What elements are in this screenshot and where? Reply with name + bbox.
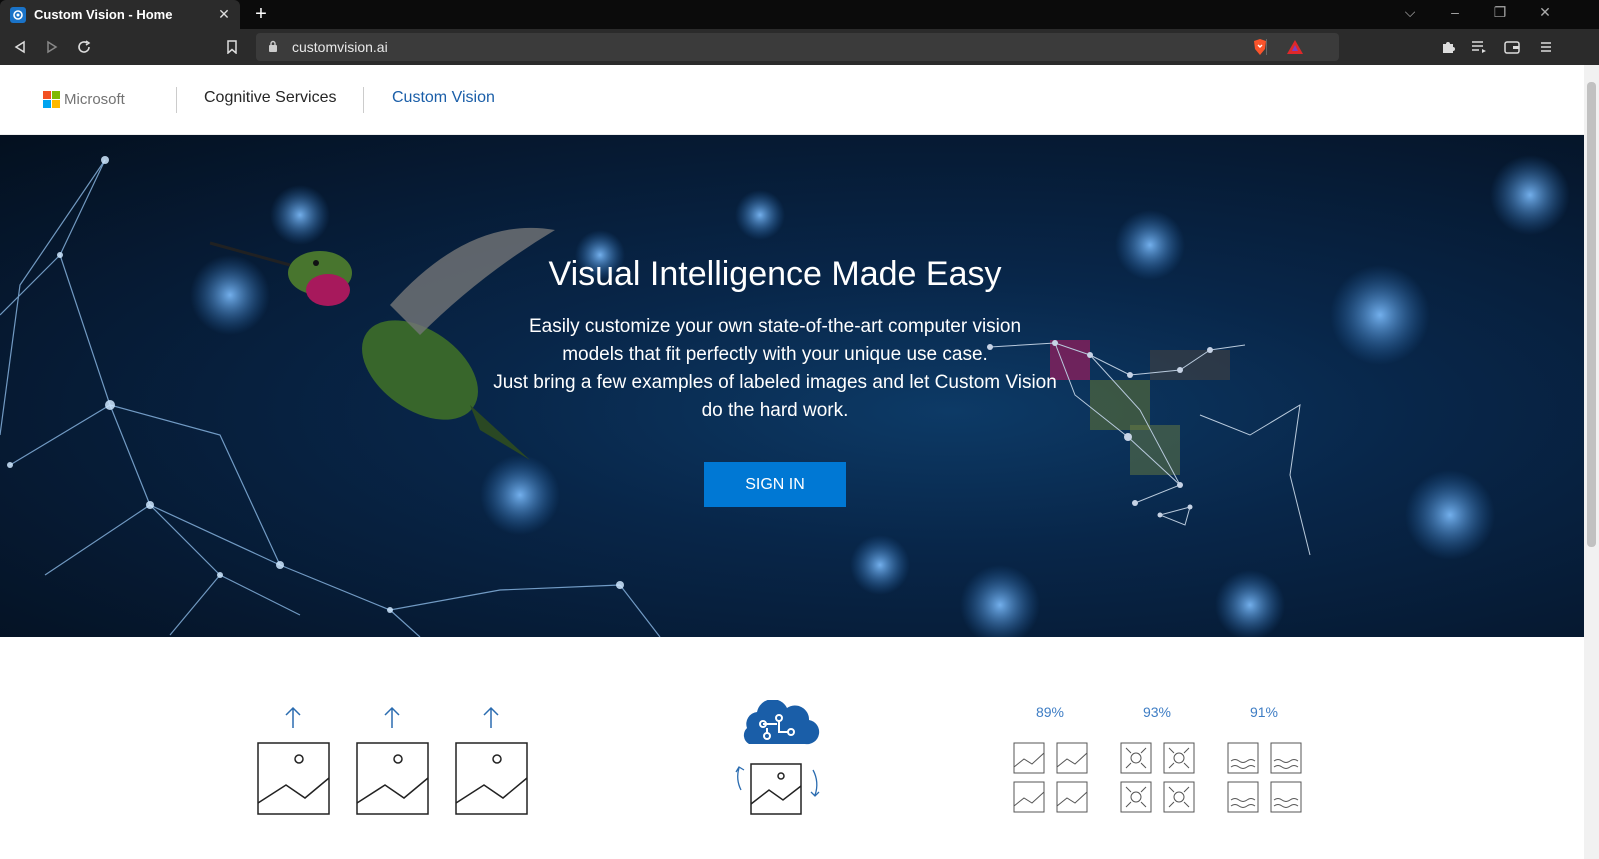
microsoft-logo-icon [43,91,60,108]
header-divider [176,87,177,113]
nav-custom-vision[interactable]: Custom Vision [392,89,495,107]
browser-tabbar: Custom Vision - Home ✕ + ⌵ – ❐ ✕ [0,0,1599,29]
hero-description-line: Just bring a few examples of labeled ima… [493,372,1057,393]
nav-cognitive-services[interactable]: Cognitive Services [204,89,337,107]
hero-banner: Visual Intelligence Made Easy Easily cus… [0,135,1584,637]
microsoft-brand-text: Microsoft [64,91,125,108]
back-icon[interactable] [10,37,30,57]
bookmark-icon[interactable] [222,37,242,57]
browser-toolbar: customvision.ai [0,29,1599,65]
lock-icon [268,40,278,58]
menu-icon[interactable] [1536,37,1556,57]
forward-icon[interactable] [42,37,62,57]
reload-icon[interactable] [74,37,94,57]
upload-images-illustration [257,706,528,815]
page-scrollbar[interactable] [1584,65,1599,859]
accuracy-percentage: 89% [1035,704,1065,720]
restore-icon[interactable]: ❐ [1490,4,1510,21]
tab-search-icon[interactable]: ⌵ [1400,4,1420,21]
tab-close-icon[interactable]: ✕ [214,6,234,23]
accuracy-percentage: 91% [1249,704,1279,720]
address-bar[interactable]: customvision.ai [256,33,1339,61]
page-content: Microsoft Cognitive Services Custom Visi… [0,65,1584,859]
new-tab-button[interactable]: + [250,3,272,26]
custom-vision-favicon-icon [10,6,26,23]
hero-description-line: Easily customize your own state-of-the-a… [528,316,1022,337]
sign-in-button[interactable]: SIGN IN [704,462,846,507]
playlist-icon[interactable] [1469,37,1489,57]
how-it-works-section: 89% 93% 91% [0,637,1584,859]
train-model-illustration [735,700,820,815]
browser-tab[interactable]: Custom Vision - Home ✕ [0,0,240,29]
extensions-icon[interactable] [1438,37,1458,57]
hero-description-line: models that fit perfectly with your uniq… [562,344,988,365]
close-window-icon[interactable]: ✕ [1535,4,1555,21]
brave-shields-icon[interactable] [1252,38,1268,61]
wallet-icon[interactable] [1502,37,1522,57]
hero-description: Easily customize your own state-of-the-a… [0,313,1550,425]
url-text: customvision.ai [292,39,388,55]
evaluate-results-illustration [1013,742,1302,813]
minimize-icon[interactable]: – [1445,4,1465,20]
accuracy-percentage: 93% [1142,704,1172,720]
hero-description-line: do the hard work. [701,400,849,421]
microsoft-logo[interactable]: Microsoft [43,91,125,108]
site-header: Microsoft Cognitive Services Custom Visi… [0,65,1584,135]
tab-title: Custom Vision - Home [34,7,173,22]
hero-title: Visual Intelligence Made Easy [548,255,1002,293]
header-divider [363,87,364,113]
scrollbar-thumb[interactable] [1587,82,1596,547]
brave-rewards-icon[interactable] [1286,39,1304,60]
